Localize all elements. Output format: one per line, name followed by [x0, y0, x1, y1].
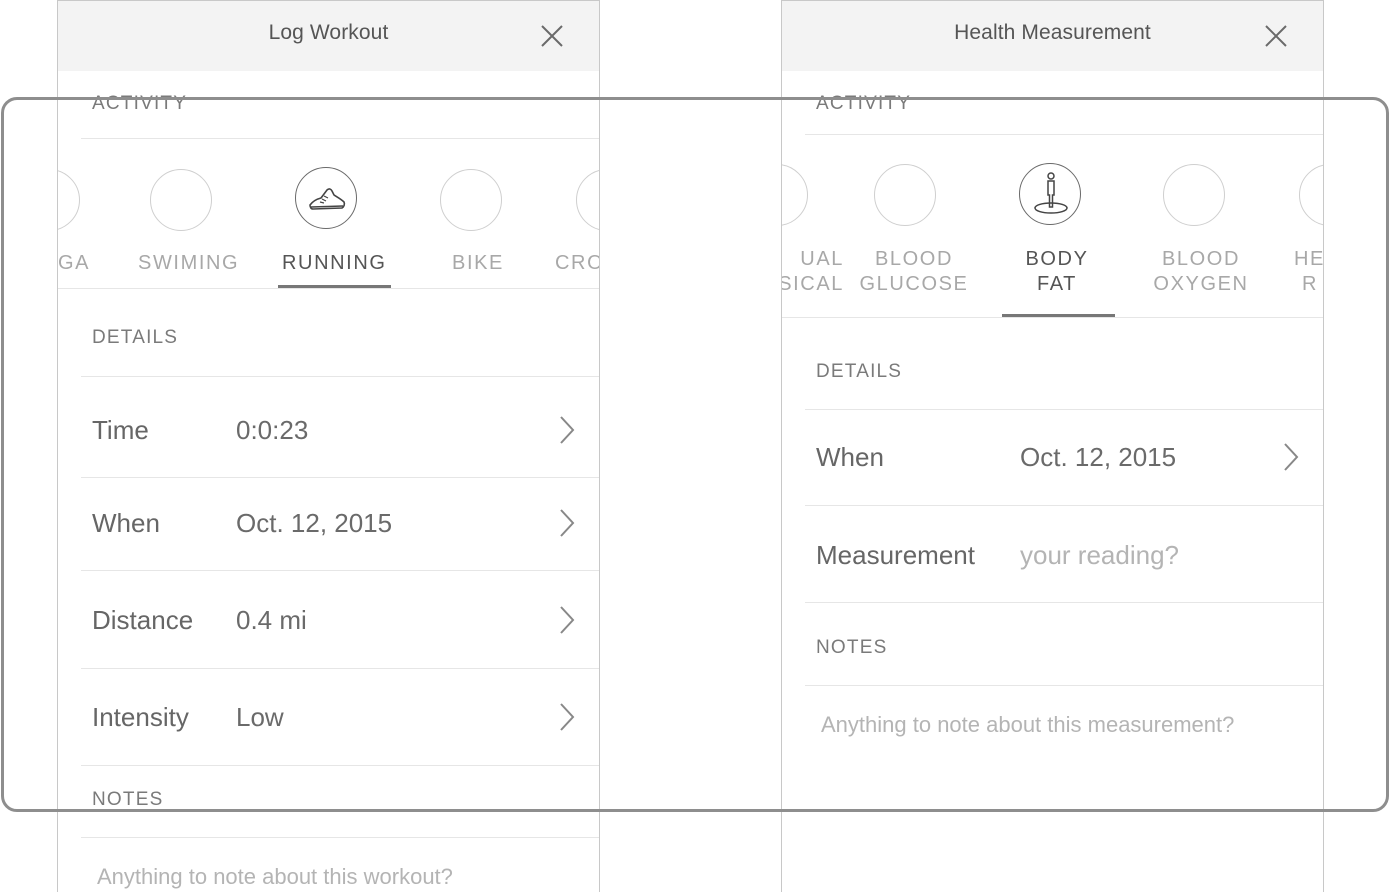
activity-item-swimming[interactable] [150, 169, 212, 231]
activity-section-label: ACTIVITY [816, 93, 912, 114]
notes-input[interactable]: Anything to note about this workout? [97, 864, 453, 890]
chevron-right-icon [560, 703, 575, 731]
divider [81, 765, 599, 766]
details-section-label: DETAILS [816, 361, 903, 382]
measurement-label: UAL SICAL [781, 248, 844, 295]
row-value: 0.4 mi [236, 605, 307, 635]
activity-label: GA [58, 252, 91, 274]
divider [782, 317, 1323, 318]
notes-section-label: NOTES [92, 789, 164, 810]
measurement-item-body-fat[interactable] [1019, 163, 1081, 225]
activity-item-bike[interactable] [440, 169, 502, 231]
divider [805, 602, 1323, 603]
measurement-item-blood-oxygen[interactable] [1163, 164, 1225, 226]
chevron-right-icon [1284, 443, 1299, 471]
measurement-label: BLOOD GLUCOSE [859, 248, 969, 295]
row-label: Distance [92, 605, 194, 635]
activity-item-yoga[interactable] [58, 169, 80, 231]
activity-label: BIKE [452, 252, 504, 274]
row-label: Time [92, 415, 149, 445]
health-measurement-panel: Health Measurement ACTIVITY UAL SICAL BLO… [781, 0, 1324, 892]
activity-label: SWIMING [138, 252, 240, 274]
divider [81, 837, 599, 838]
divider [805, 685, 1323, 686]
close-icon[interactable] [539, 23, 565, 49]
body-fat-icon [1034, 172, 1068, 214]
row-label: When [92, 508, 160, 538]
divider [81, 668, 599, 669]
divider [81, 477, 599, 478]
row-label: Measurement [816, 540, 975, 570]
row-label: When [816, 442, 884, 472]
measurement-label: BODY FAT [1025, 248, 1089, 295]
activity-label: CRO [555, 252, 600, 274]
divider [805, 409, 1323, 410]
divider [81, 570, 599, 571]
details-section-label: DETAILS [92, 327, 179, 348]
row-value: Oct. 12, 2015 [1020, 442, 1177, 472]
divider [805, 134, 1323, 135]
row-value: 0:0:23 [236, 415, 309, 445]
panel-header: Health Measurement [782, 1, 1323, 71]
shoe-icon [309, 188, 346, 210]
activity-label: RUNNING [282, 252, 387, 274]
activity-item-cross[interactable] [576, 169, 599, 231]
chevron-right-icon [560, 509, 575, 537]
notes-input[interactable]: Anything to note about this measurement? [821, 712, 1234, 738]
chevron-right-icon [560, 416, 575, 444]
activity-item-running[interactable] [295, 167, 357, 229]
panel-title: Log Workout [268, 21, 389, 44]
measurement-item-heart-rate[interactable] [1299, 164, 1323, 226]
divider [58, 288, 599, 289]
row-value: Oct. 12, 2015 [236, 508, 393, 538]
divider [81, 138, 599, 139]
measurement-label: BLOOD OXYGEN [1153, 248, 1249, 295]
row-label: Intensity [92, 702, 189, 732]
row-value: Low [236, 702, 284, 732]
close-icon[interactable] [1263, 23, 1289, 49]
chevron-right-icon [560, 606, 575, 634]
measurement-input[interactable]: your reading? [1020, 540, 1179, 571]
measurement-item-manual-physical[interactable] [782, 164, 808, 226]
measurement-item-blood-glucose[interactable] [874, 164, 936, 226]
notes-section-label: NOTES [816, 637, 888, 658]
divider [81, 376, 599, 377]
measurement-label: HE R [1294, 248, 1324, 295]
panel-title: Health Measurement [954, 21, 1151, 44]
log-workout-panel: Log Workout ACTIVITY GA SWIMING RUNNING … [57, 0, 600, 892]
activity-section-label: ACTIVITY [92, 93, 188, 114]
panel-header: Log Workout [58, 1, 599, 71]
divider [805, 505, 1323, 506]
